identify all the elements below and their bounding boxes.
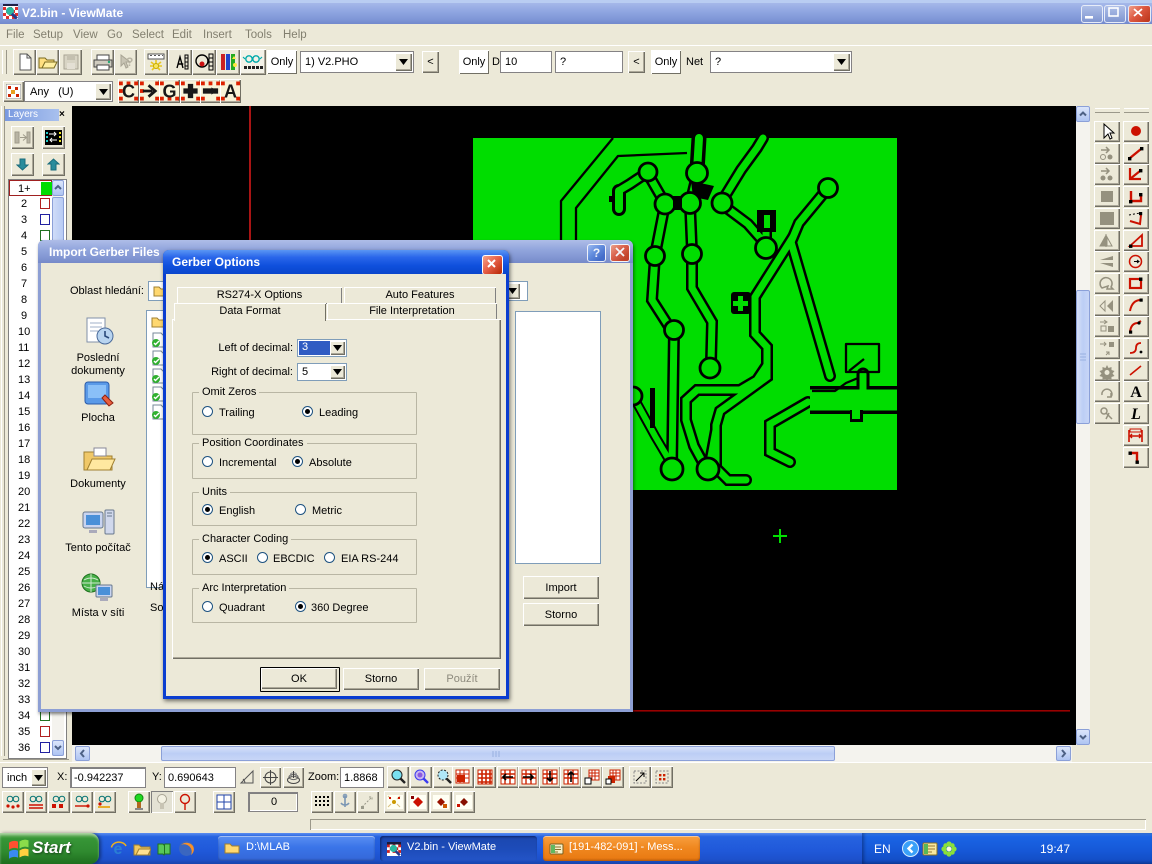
svg-text:?: ? (126, 55, 133, 69)
svg-text:G: G (162, 82, 176, 102)
svg-text:L: L (1130, 406, 1141, 423)
svg-text:A: A (224, 82, 237, 102)
svg-text:A: A (1130, 384, 1142, 401)
svg-text:C: C (122, 82, 135, 102)
